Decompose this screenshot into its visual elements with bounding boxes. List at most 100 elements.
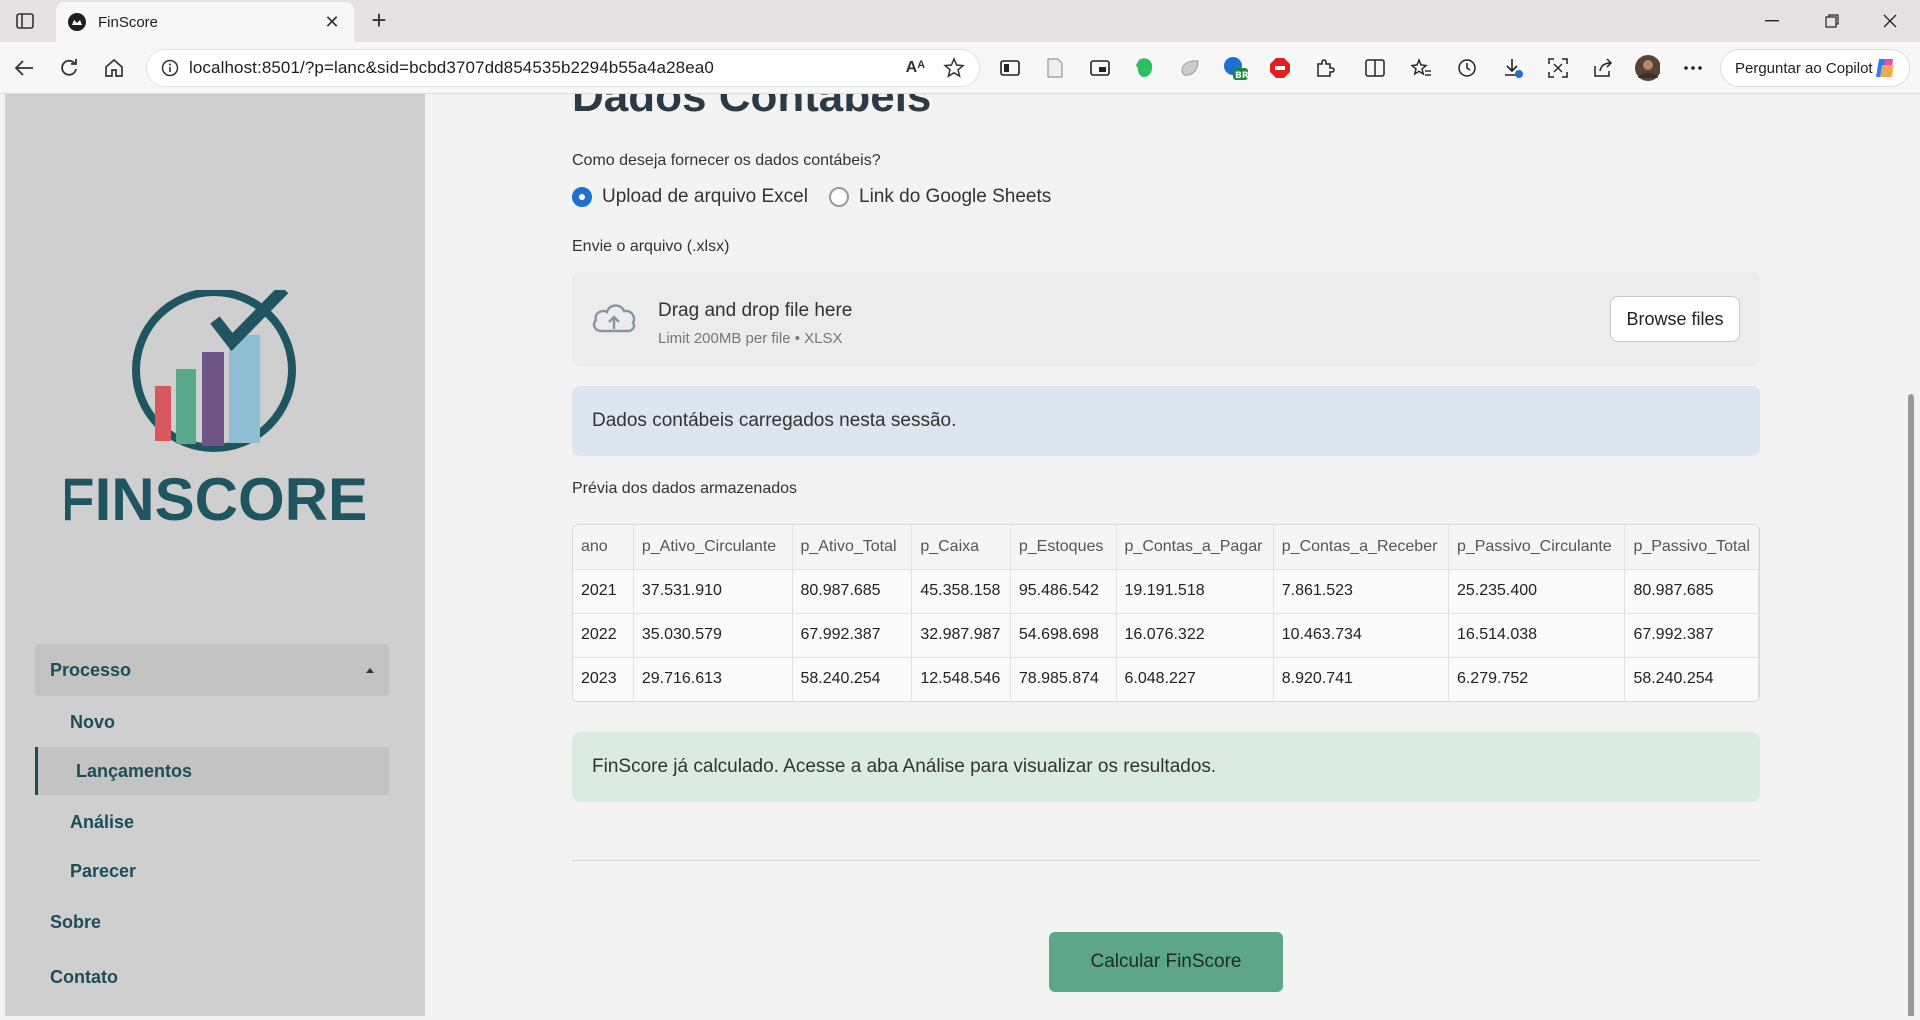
file-dropzone[interactable]: Drag and drop file here Limit 200MB per … — [572, 272, 1760, 366]
table-cell[interactable]: 6.279.752 — [1448, 657, 1626, 701]
table-cell[interactable]: 2023 — [573, 657, 634, 701]
browser-toolbar: localhost:8501/?p=lanc&sid=bcbd3707dd854… — [0, 42, 1920, 94]
table-cell[interactable]: 29.716.613 — [633, 657, 793, 701]
minimize-icon[interactable] — [1744, 0, 1800, 42]
read-aloud-icon[interactable]: Aᴬ — [906, 59, 925, 77]
browser-tab[interactable]: FinScore ✕ — [56, 2, 354, 42]
table-cell[interactable]: 35.030.579 — [633, 613, 793, 658]
refresh-icon[interactable] — [55, 54, 83, 82]
url-text[interactable]: localhost:8501/?p=lanc&sid=bcbd3707dd854… — [189, 58, 906, 78]
table-cell[interactable]: 16.076.322 — [1116, 613, 1274, 658]
table-header-row: ano p_Ativo_Circulante p_Ativo_Total p_C… — [573, 525, 1759, 570]
immersive-reader-icon[interactable] — [997, 55, 1023, 81]
source-question-label: Como deseja fornecer os dados contábeis? — [572, 152, 881, 169]
split-screen-icon[interactable] — [1362, 55, 1388, 81]
adblock-icon[interactable] — [1267, 55, 1293, 81]
menu-group-label: Processo — [50, 659, 132, 680]
table-cell[interactable]: 58.240.254 — [792, 657, 913, 701]
profile-avatar[interactable] — [1634, 55, 1660, 81]
page-title: Dados Contábeis — [572, 94, 932, 121]
table-cell[interactable]: 32.987.987 — [911, 613, 1011, 658]
picture-in-picture-icon[interactable] — [1087, 55, 1113, 81]
table-cell[interactable]: 8.920.741 — [1273, 657, 1449, 701]
column-header[interactable]: p_Ativo_Circulante — [633, 525, 793, 570]
copilot-label: Perguntar ao Copilot — [1735, 59, 1873, 77]
evernote-icon[interactable] — [1132, 55, 1158, 81]
success-alert: FinScore já calculado. Acesse a aba Anál… — [572, 732, 1760, 802]
brand-wordmark: FINSCORE — [65, 466, 365, 530]
table-cell[interactable]: 37.531.910 — [633, 569, 793, 614]
table-cell[interactable]: 12.548.546 — [911, 657, 1011, 701]
table-cell[interactable]: 67.992.387 — [792, 613, 913, 658]
downloads-icon[interactable] — [1500, 55, 1526, 81]
table-cell[interactable]: 25.235.400 — [1448, 569, 1626, 614]
upload-label: Envie o arquivo (.xlsx) — [572, 238, 730, 255]
favorite-star-icon[interactable] — [943, 57, 965, 79]
sidebar-item-parecer[interactable]: Parecer — [35, 847, 389, 895]
table-cell[interactable]: 45.358.158 — [911, 569, 1011, 614]
menu-group-processo[interactable]: Processo — [35, 644, 389, 696]
translator-br-icon[interactable]: BR — [1222, 55, 1248, 81]
history-icon[interactable] — [1454, 55, 1480, 81]
column-header[interactable]: ano — [573, 525, 634, 570]
column-header[interactable]: p_Passivo_Total — [1624, 525, 1759, 570]
document-icon[interactable] — [1042, 55, 1068, 81]
table-row: 2021 37.531.910 80.987.685 45.358.158 95… — [573, 569, 1759, 614]
table-cell[interactable]: 16.514.038 — [1448, 613, 1626, 658]
sidebar-item-sobre[interactable]: Sobre — [50, 912, 101, 933]
main-content: Dados Contábeis Como deseja fornecer os … — [425, 94, 1920, 1016]
page-scrollbar[interactable] — [1908, 394, 1914, 1016]
sidebar-item-contato[interactable]: Contato — [50, 967, 118, 988]
home-icon[interactable] — [100, 54, 128, 82]
table-cell[interactable]: 19.191.518 — [1116, 569, 1274, 614]
restore-icon[interactable] — [1804, 0, 1860, 42]
column-header[interactable]: p_Estoques — [1010, 525, 1117, 570]
site-info-icon[interactable] — [161, 59, 179, 77]
column-header[interactable]: p_Passivo_Circulante — [1448, 525, 1626, 570]
table-row: 2023 29.716.613 58.240.254 12.548.546 78… — [573, 657, 1759, 701]
browse-files-button[interactable]: Browse files — [1610, 296, 1740, 342]
sidebar-item-analise[interactable]: Análise — [35, 798, 389, 846]
dropzone-title: Drag and drop file here — [658, 300, 853, 321]
table-cell[interactable]: 80.987.685 — [792, 569, 913, 614]
divider — [572, 860, 1760, 861]
more-options-icon[interactable] — [1680, 55, 1706, 81]
column-header[interactable]: p_Contas_a_Pagar — [1116, 525, 1274, 570]
radio-unselected-icon — [829, 187, 849, 207]
share-icon[interactable] — [1590, 55, 1616, 81]
table-cell[interactable]: 95.486.542 — [1010, 569, 1117, 614]
column-header[interactable]: p_Ativo_Total — [792, 525, 913, 570]
column-header[interactable]: p_Contas_a_Receber — [1273, 525, 1449, 570]
back-arrow-icon[interactable] — [10, 54, 38, 82]
radio-upload-excel[interactable]: Upload de arquivo Excel — [572, 186, 808, 208]
new-tab-button[interactable]: + — [364, 6, 394, 36]
radio-google-sheets[interactable]: Link do Google Sheets — [829, 186, 1051, 208]
table-cell[interactable]: 58.240.254 — [1624, 657, 1759, 701]
sidebar-item-lancamentos[interactable]: Lançamentos — [35, 747, 389, 795]
table-cell[interactable]: 80.987.685 — [1624, 569, 1759, 614]
radio-label: Link do Google Sheets — [859, 186, 1052, 207]
favorites-icon[interactable] — [1408, 55, 1434, 81]
table-cell[interactable]: 78.985.874 — [1010, 657, 1117, 701]
screenshot-icon[interactable] — [1545, 55, 1571, 81]
extensions-puzzle-icon[interactable] — [1312, 55, 1338, 81]
data-preview-table[interactable]: ano p_Ativo_Circulante p_Ativo_Total p_C… — [572, 524, 1760, 702]
dropzone-hint: Limit 200MB per file • XLSX — [658, 330, 843, 347]
tab-close-icon[interactable]: ✕ — [322, 12, 342, 33]
info-alert: Dados contábeis carregados nesta sessão. — [572, 386, 1760, 456]
table-cell[interactable]: 2021 — [573, 569, 634, 614]
table-cell[interactable]: 2022 — [573, 613, 634, 658]
extension-leaf-icon[interactable] — [1177, 55, 1203, 81]
tab-actions-icon[interactable] — [12, 10, 38, 32]
window-close-icon[interactable] — [1862, 0, 1918, 42]
table-cell[interactable]: 10.463.734 — [1273, 613, 1449, 658]
sidebar-item-novo[interactable]: Novo — [35, 698, 389, 746]
column-header[interactable]: p_Caixa — [911, 525, 1011, 570]
table-cell[interactable]: 6.048.227 — [1116, 657, 1274, 701]
table-cell[interactable]: 67.992.387 — [1624, 613, 1759, 658]
address-bar[interactable]: localhost:8501/?p=lanc&sid=bcbd3707dd854… — [146, 49, 980, 87]
calculate-finscore-button[interactable]: Calcular FinScore — [1049, 932, 1283, 992]
copilot-button[interactable]: Perguntar ao Copilot — [1720, 49, 1910, 87]
table-cell[interactable]: 54.698.698 — [1010, 613, 1117, 658]
table-cell[interactable]: 7.861.523 — [1273, 569, 1449, 614]
